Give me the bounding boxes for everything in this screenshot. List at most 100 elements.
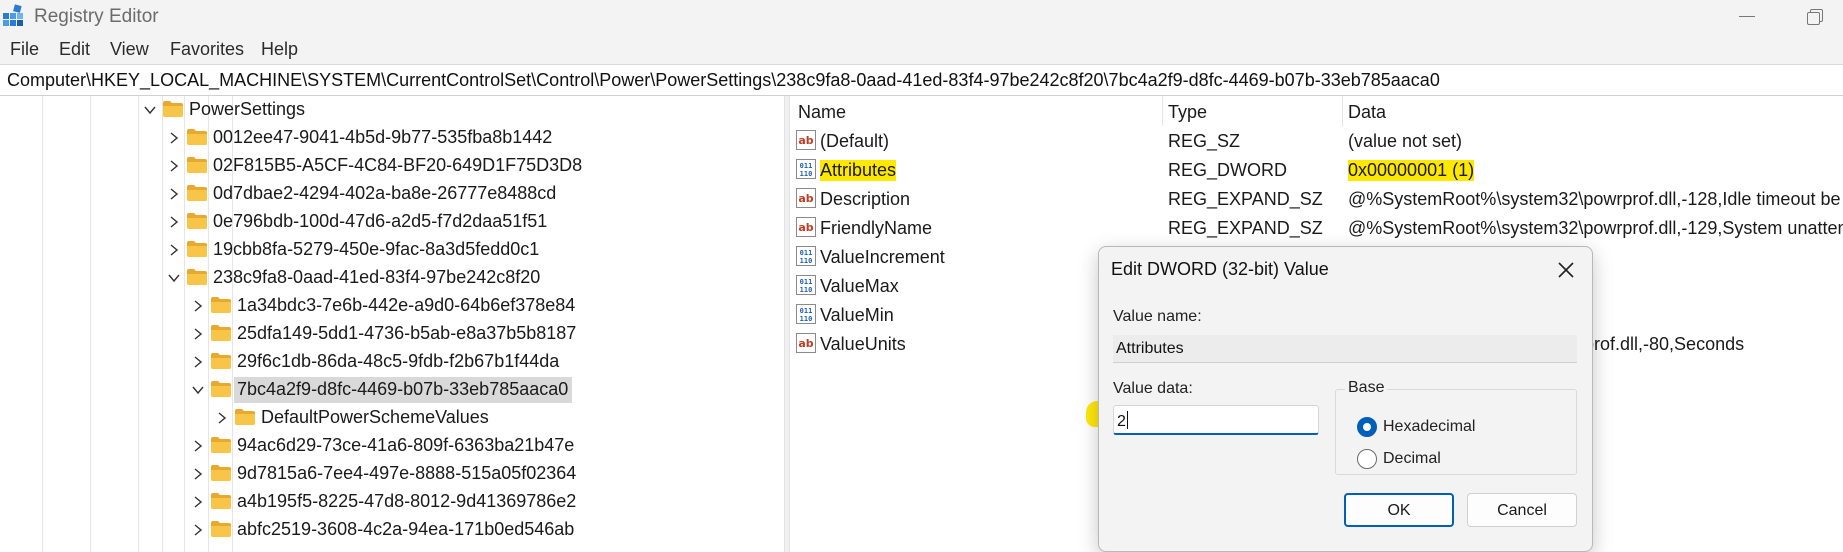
tree-item-label: 0012ee47-9041-4b5d-9b77-535fba8b1442 [213, 127, 553, 147]
folder-icon [187, 185, 207, 201]
tree-item[interactable]: 0e796bdb-100d-47d6-a2d5-f7d2daa51f51 [0, 208, 784, 236]
column-separator[interactable] [1342, 96, 1343, 126]
svg-text:ab: ab [798, 134, 813, 147]
value-type: REG_DWORD [1168, 160, 1288, 180]
svg-text:ab: ab [798, 221, 813, 234]
tree-item-label: DefaultPowerSchemeValues [261, 407, 489, 427]
tree-item[interactable]: 9d7815a6-7ee4-497e-8888-515a05f02364 [0, 460, 784, 488]
tree-item-label: PowerSettings [189, 99, 306, 119]
tree-item[interactable]: 7bc4a2f9-d8fc-4469-b07b-33eb785aaca0 [0, 376, 784, 404]
value-type: REG_EXPAND_SZ [1168, 189, 1323, 209]
column-separator[interactable] [1162, 96, 1163, 126]
value-type: REG_SZ [1168, 131, 1241, 151]
tree-item[interactable]: 0012ee47-9041-4b5d-9b77-535fba8b1442 [0, 124, 784, 152]
string-value-icon: ab [796, 333, 816, 353]
dword-value-icon: 011110 [796, 159, 816, 179]
folder-icon [211, 297, 231, 313]
tree-item[interactable]: DefaultPowerSchemeValues [0, 404, 784, 432]
folder-icon [163, 101, 183, 117]
tree-item[interactable]: 19cbb8fa-5279-450e-9fac-8a3d5fedd0c1 [0, 236, 784, 264]
svg-text:ab: ab [798, 192, 813, 205]
restore-button[interactable] [1800, 4, 1830, 28]
folder-icon [211, 381, 231, 397]
chevron-right-icon[interactable] [192, 524, 204, 536]
value-data-input[interactable]: 2 [1113, 405, 1319, 435]
decimal-label[interactable]: Decimal [1383, 450, 1441, 468]
chevron-right-icon[interactable] [216, 412, 228, 424]
tree-item-label: 0e796bdb-100d-47d6-a2d5-f7d2daa51f51 [213, 211, 548, 231]
folder-icon [187, 269, 207, 285]
value-type: REG_EXPAND_SZ [1168, 218, 1323, 238]
dword-value-icon: 011110 [796, 304, 816, 324]
value-name: ValueMax [820, 276, 899, 296]
tree-item-label: 29f6c1db-86da-48c5-9fdb-f2b67b1f44da [237, 351, 560, 371]
menu-edit[interactable]: Edit [59, 39, 90, 60]
value-row[interactable]: ab (Default) REG_SZ (value not set) [790, 126, 1843, 155]
tree-item-label: 19cbb8fa-5279-450e-9fac-8a3d5fedd0c1 [213, 239, 540, 259]
column-header-type[interactable]: Type [1168, 96, 1207, 126]
hexadecimal-label[interactable]: Hexadecimal [1383, 418, 1475, 436]
minimize-button[interactable] [1733, 4, 1763, 28]
chevron-right-icon[interactable] [192, 496, 204, 508]
tree-item-label: abfc2519-3608-4c2a-94ea-171b0ed546ab [237, 519, 575, 539]
close-icon[interactable] [1553, 257, 1579, 283]
chevron-right-icon[interactable] [168, 216, 180, 228]
menu-bar: File Edit View Favorites Help [0, 34, 1843, 64]
chevron-right-icon[interactable] [192, 440, 204, 452]
window-title: Registry Editor [34, 6, 159, 27]
chevron-right-icon[interactable] [168, 188, 180, 200]
menu-favorites[interactable]: Favorites [170, 39, 244, 60]
value-name-field: Attributes [1113, 335, 1577, 363]
svg-text:011: 011 [800, 162, 813, 170]
folder-icon [187, 157, 207, 173]
tree-item[interactable]: a4b195f5-8225-47d8-8012-9d41369786e2 [0, 488, 784, 516]
string-value-icon: ab [796, 217, 816, 237]
column-header-data[interactable]: Data [1348, 96, 1386, 126]
tree-item[interactable]: 94ac6d29-73ce-41a6-809f-6363ba21b47e [0, 432, 784, 460]
chevron-right-icon[interactable] [192, 468, 204, 480]
decimal-radio[interactable] [1357, 449, 1377, 469]
tree-item[interactable]: 02F815B5-A5CF-4C84-BF20-649D1F75D3D8 [0, 152, 784, 180]
tree-item[interactable]: 238c9fa8-0aad-41ed-83f4-97be242c8f20 [0, 264, 784, 292]
address-bar[interactable]: Computer\HKEY_LOCAL_MACHINE\SYSTEM\Curre… [0, 64, 1843, 96]
ok-button[interactable]: OK [1344, 493, 1454, 527]
value-name: ValueUnits [820, 334, 906, 354]
folder-icon [187, 241, 207, 257]
value-row[interactable]: ab Description REG_EXPAND_SZ @%SystemRoot%\… [790, 184, 1843, 213]
base-group-label: Base [1345, 379, 1388, 397]
menu-help[interactable]: Help [261, 39, 298, 60]
chevron-right-icon[interactable] [168, 244, 180, 256]
tree-item[interactable]: abfc2519-3608-4c2a-94ea-171b0ed546ab [0, 516, 784, 544]
chevron-down-icon[interactable] [168, 272, 180, 284]
tree-item[interactable]: 1a34bdc3-7e6b-442e-a9d0-64b6ef378e84 [0, 292, 784, 320]
value-name-label: Value name: [1113, 308, 1202, 325]
chevron-right-icon[interactable] [192, 356, 204, 368]
tree-item[interactable]: 29f6c1db-86da-48c5-9fdb-f2b67b1f44da [0, 348, 784, 376]
tree-item[interactable]: 25dfa149-5dd1-4736-b5ab-e8a37b5b8187 [0, 320, 784, 348]
menu-view[interactable]: View [110, 39, 149, 60]
chevron-down-icon[interactable] [144, 104, 156, 116]
folder-icon [187, 213, 207, 229]
chevron-right-icon[interactable] [168, 160, 180, 172]
value-row[interactable]: ab FriendlyName REG_EXPAND_SZ @%SystemRoot%… [790, 213, 1843, 242]
tree-item[interactable]: PowerSettings [0, 96, 784, 124]
hexadecimal-radio[interactable] [1357, 417, 1377, 437]
chevron-right-icon[interactable] [192, 328, 204, 340]
tree-item-label: a4b195f5-8225-47d8-8012-9d41369786e2 [237, 491, 577, 511]
tree-item[interactable]: 0d7dbae2-4294-402a-ba8e-26777e8488cd [0, 180, 784, 208]
registry-editor-icon [3, 4, 23, 26]
cancel-button[interactable]: Cancel [1467, 493, 1577, 527]
value-data-label: Value data: [1113, 380, 1193, 397]
column-header-name[interactable]: Name [798, 96, 846, 126]
chevron-right-icon[interactable] [192, 300, 204, 312]
key-tree[interactable]: PowerSettings 0012ee47-9041-4b5d-9b77-535… [0, 96, 784, 552]
menu-file[interactable]: File [10, 39, 39, 60]
address-path[interactable]: Computer\HKEY_LOCAL_MACHINE\SYSTEM\Curre… [7, 70, 1440, 91]
chevron-down-icon[interactable] [192, 384, 204, 396]
tree-item-label: 9d7815a6-7ee4-497e-8888-515a05f02364 [237, 463, 577, 483]
chevron-right-icon[interactable] [168, 132, 180, 144]
folder-icon [211, 493, 231, 509]
value-data: 0x00000001 (1) [1348, 160, 1475, 181]
dialog-title: Edit DWORD (32-bit) Value [1111, 259, 1329, 279]
value-row[interactable]: 011 110 Attributes REG_DWORD 0x00000001 (1) [790, 155, 1843, 184]
